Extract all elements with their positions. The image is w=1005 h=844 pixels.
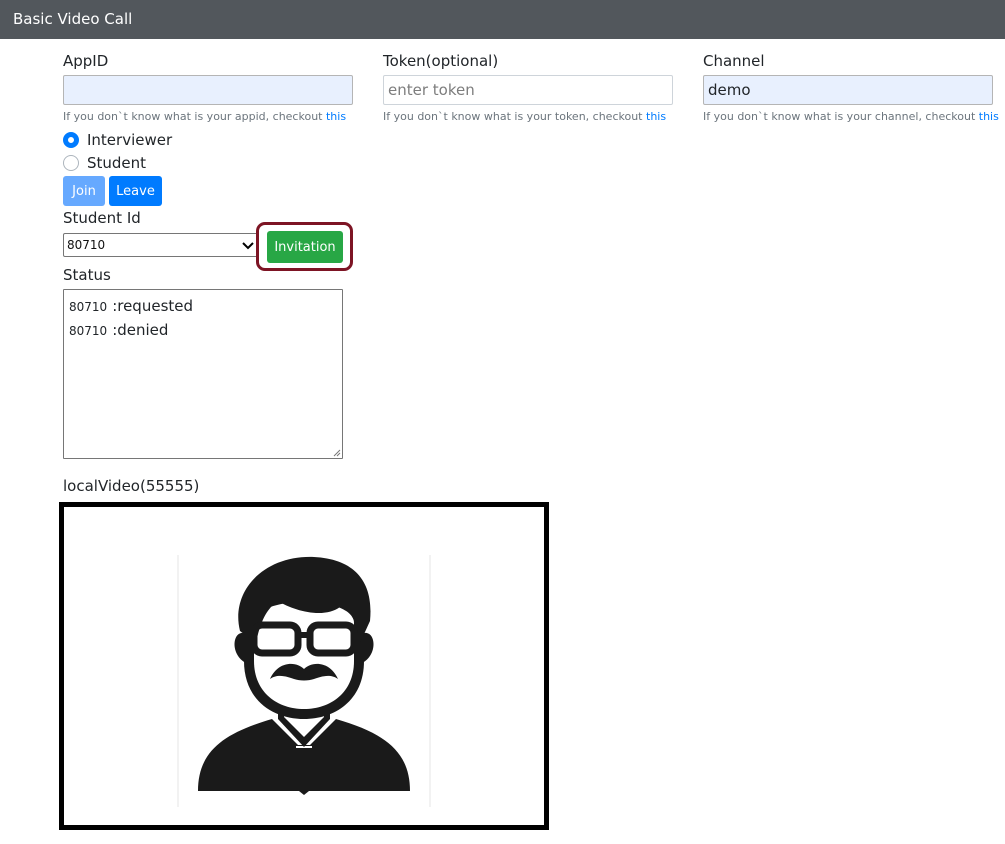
chevron-down-icon (242, 242, 254, 250)
leave-button[interactable]: Leave (109, 176, 162, 206)
appid-hint-text: If you don`t know what is your appid, ch… (63, 110, 326, 123)
channel-input[interactable] (703, 75, 993, 105)
radio-checked-icon[interactable] (63, 132, 79, 148)
status-line: 80710 :denied (69, 318, 342, 342)
navbar: Basic Video Call (0, 0, 1005, 39)
resize-grip-icon[interactable] (331, 447, 341, 457)
status-line-id: 80710 (69, 300, 108, 314)
status-line-id: 80710 (69, 324, 108, 338)
role-option-interviewer[interactable]: Interviewer (63, 130, 172, 150)
role-option-student[interactable]: Student (63, 153, 146, 173)
radio-unchecked-icon[interactable] (63, 155, 79, 171)
status-textarea[interactable]: 80710 :requested 80710 :denied (63, 289, 343, 459)
student-id-selected: 80710 (67, 238, 106, 252)
token-label: Token(optional) (383, 52, 499, 70)
student-id-label: Student Id (63, 209, 141, 227)
appid-hint: If you don`t know what is your appid, ch… (63, 110, 346, 123)
app-title: Basic Video Call (13, 10, 133, 28)
appid-hint-link[interactable]: this (326, 110, 346, 123)
channel-hint-text: If you don`t know what is your channel, … (703, 110, 979, 123)
token-hint: If you don`t know what is your token, ch… (383, 110, 666, 123)
status-line-text: :denied (112, 321, 169, 339)
channel-label: Channel (703, 52, 765, 70)
token-hint-link[interactable]: this (646, 110, 666, 123)
appid-label: AppID (63, 52, 109, 70)
role-label-student: Student (87, 154, 147, 172)
join-button[interactable]: Join (63, 176, 105, 206)
status-line-text: :requested (112, 297, 194, 315)
man-with-glasses-and-mustache-icon (177, 555, 431, 807)
status-line: 80710 :requested (69, 294, 342, 318)
token-hint-text: If you don`t know what is your token, ch… (383, 110, 646, 123)
token-input[interactable] (383, 75, 673, 105)
invitation-button[interactable]: Invitation (267, 231, 343, 263)
local-video-label: localVideo(55555) (63, 477, 200, 495)
appid-input[interactable] (63, 75, 353, 105)
local-video-player (59, 502, 549, 830)
student-id-select[interactable]: 80710 (63, 233, 259, 257)
role-label-interviewer: Interviewer (87, 131, 173, 149)
channel-hint-link[interactable]: this (979, 110, 999, 123)
channel-hint: If you don`t know what is your channel, … (703, 110, 999, 123)
status-label: Status (63, 266, 111, 284)
